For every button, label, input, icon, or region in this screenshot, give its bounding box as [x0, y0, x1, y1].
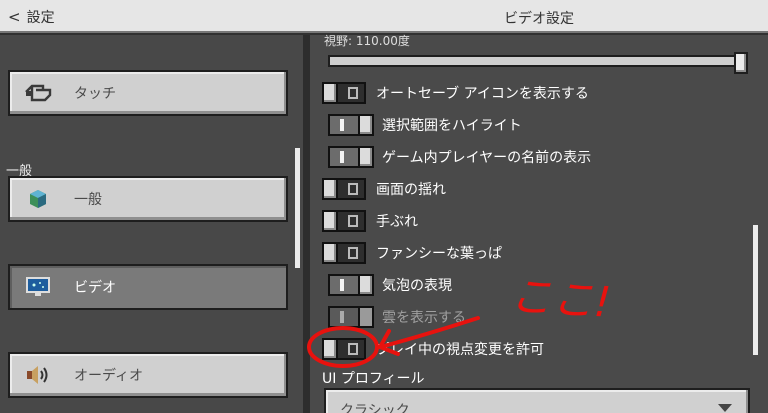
toggle-off-mark-icon [348, 343, 358, 355]
fov-slider[interactable] [328, 52, 748, 74]
option-toggle[interactable] [328, 274, 374, 296]
touch-hand-icon [18, 81, 58, 105]
option-toggle[interactable] [322, 210, 366, 232]
sidebar-item-audio[interactable]: オーディオ [8, 352, 288, 398]
option-label: 気泡の表現 [382, 278, 452, 294]
option-label: 選択範囲をハイライト [382, 118, 522, 134]
sidebar-item-video[interactable]: ビデオ [8, 264, 288, 310]
toggle-off-mark-icon [348, 87, 358, 99]
monitor-icon [18, 277, 58, 297]
toggle-knob [322, 210, 338, 232]
option-toggle[interactable] [322, 338, 366, 360]
toggle-on-mark-icon [340, 151, 344, 163]
video-option-row[interactable]: 気泡の表現 [322, 272, 452, 298]
video-option-row[interactable]: ファンシーな葉っぱ [322, 240, 502, 266]
back-label: 設定 [26, 10, 55, 26]
sidebar-item-label: ビデオ [74, 280, 116, 296]
toggle-knob [322, 178, 338, 200]
sidebar-scrollbar[interactable] [295, 148, 300, 268]
video-option-row: 雲を表示する [322, 304, 466, 330]
toggle-knob [322, 338, 338, 360]
option-label: 画面の揺れ [376, 182, 446, 198]
option-toggle [328, 306, 374, 328]
sidebar-item-touch[interactable]: タッチ [8, 70, 288, 116]
option-toggle[interactable] [322, 242, 366, 264]
toggle-knob [358, 274, 374, 296]
video-option-row[interactable]: 手ぶれ [322, 208, 418, 234]
option-label: 手ぶれ [376, 214, 418, 230]
video-option-row[interactable]: 選択範囲をハイライト [322, 112, 522, 138]
sidebar-item-label: タッチ [74, 86, 116, 102]
back-button[interactable]: < 設定 [8, 8, 55, 26]
chevron-left-icon: < [8, 7, 21, 26]
video-option-row[interactable]: プレイ中の視点変更を許可 [322, 336, 544, 362]
chevron-down-icon [718, 404, 732, 412]
globe-cube-icon [18, 189, 58, 209]
option-toggle[interactable] [322, 178, 366, 200]
ui-profile-value: クラシック [340, 403, 410, 413]
toggle-knob [322, 242, 338, 264]
option-label: プレイ中の視点変更を許可 [376, 342, 544, 358]
fov-label: 視野: 110.00度 [324, 34, 410, 48]
toggle-knob [358, 306, 374, 328]
video-option-row[interactable]: ゲーム内プレイヤーの名前の表示 [322, 144, 591, 170]
toggle-off-mark-icon [348, 215, 358, 227]
slider-thumb[interactable] [734, 52, 748, 74]
slider-track [328, 55, 738, 67]
top-bar: < 設定 ビデオ設定 [0, 0, 768, 33]
sidebar-item-label: オーディオ [74, 368, 144, 384]
sidebar-item-general[interactable]: 一般 [8, 176, 288, 222]
sidebar-item-label: 一般 [74, 192, 102, 208]
toggle-off-mark-icon [348, 247, 358, 259]
speaker-icon [18, 364, 58, 386]
toggle-knob [358, 114, 374, 136]
toggle-on-mark-icon [340, 119, 344, 131]
option-label: 雲を表示する [382, 310, 466, 326]
settings-scrollbar[interactable] [753, 225, 758, 355]
option-toggle[interactable] [328, 146, 374, 168]
toggle-on-mark-icon [340, 279, 344, 291]
toggle-knob [358, 146, 374, 168]
ui-profile-dropdown[interactable]: クラシック [324, 388, 750, 413]
option-label: ファンシーな葉っぱ [376, 246, 502, 262]
option-toggle[interactable] [328, 114, 374, 136]
page-title: ビデオ設定 [504, 11, 574, 27]
option-label: ゲーム内プレイヤーの名前の表示 [382, 150, 592, 166]
option-label: オートセーブ アイコンを表示する [376, 86, 589, 102]
video-option-row[interactable]: オートセーブ アイコンを表示する [322, 80, 589, 106]
ui-profile-label: UI プロフィール [322, 371, 425, 387]
video-option-row[interactable]: 画面の揺れ [322, 176, 446, 202]
option-toggle[interactable] [322, 82, 366, 104]
toggle-knob [322, 82, 338, 104]
toggle-off-mark-icon [348, 183, 358, 195]
panel-divider [303, 35, 310, 413]
toggle-on-mark-icon [340, 311, 344, 323]
